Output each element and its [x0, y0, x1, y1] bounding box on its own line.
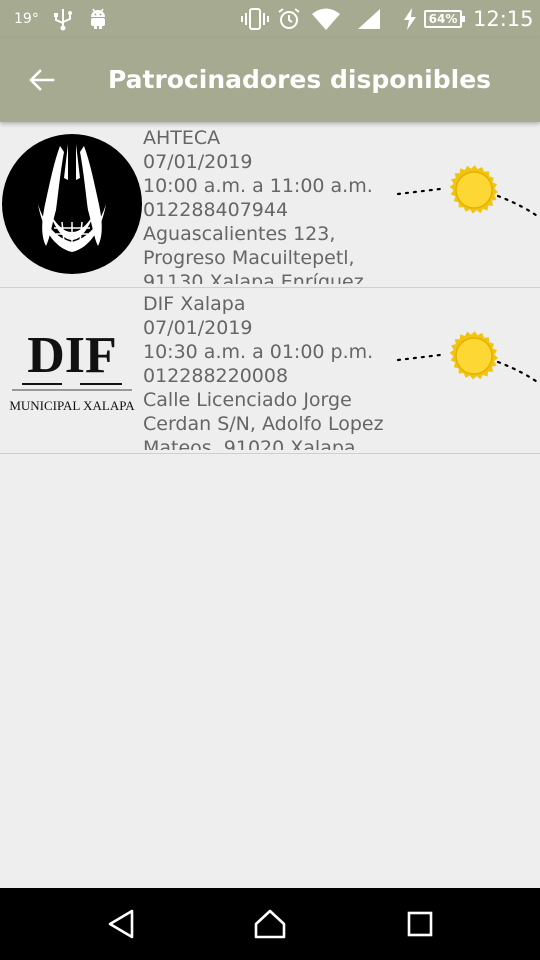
- nav-back-button[interactable]: [99, 902, 143, 946]
- sponsor-address-line: Progreso Macuiltepetl,: [143, 247, 355, 269]
- sponsor-address-line: 91130 Xalapa Enríquez,: [143, 271, 370, 284]
- sponsor-details: DIF Xalapa 07/01/2019 10:30 a.m. a 01:00…: [143, 292, 398, 450]
- hands-logo: [2, 134, 142, 274]
- wifi-icon: [311, 0, 341, 38]
- nav-back-icon: [108, 909, 134, 939]
- dif-logo: DIF MUNICIPAL XALAPA: [2, 300, 142, 440]
- sponsor-list: AHTECA 07/01/2019 10:00 a.m. a 11:00 a.m…: [0, 122, 540, 454]
- battery-level: 64%: [424, 10, 465, 28]
- sponsor-name: DIF Xalapa: [143, 293, 246, 315]
- sponsor-address-line: Aguascalientes 123,: [143, 223, 336, 245]
- page-title: Patrocinadores disponibles: [108, 65, 492, 94]
- usb-icon: [52, 0, 74, 38]
- nav-recent-icon: [407, 911, 433, 937]
- clock-text: 12:15: [473, 7, 534, 31]
- sponsor-phone: 012288220008: [143, 365, 289, 387]
- sponsor-name: AHTECA: [143, 127, 221, 149]
- back-button[interactable]: [20, 58, 64, 102]
- app-bar: Patrocinadores disponibles: [0, 38, 540, 122]
- sponsor-time: 10:30 a.m. a 01:00 p.m.: [143, 341, 374, 363]
- alarm-icon: [277, 0, 301, 38]
- sponsor-date: 07/01/2019: [143, 151, 253, 173]
- sponsor-address-line: Calle Licenciado Jorge: [143, 389, 352, 411]
- dif-logo-subtext: MUNICIPAL XALAPA: [9, 398, 135, 413]
- status-bar: 19° 64% 12:15: [0, 0, 540, 38]
- navigation-bar: [0, 888, 540, 960]
- nav-home-button[interactable]: [248, 902, 292, 946]
- sponsor-time: 10:00 a.m. a 11:00 a.m.: [143, 175, 373, 197]
- sponsor-phone: 012288407944: [143, 199, 289, 221]
- charging-icon: [403, 0, 417, 38]
- sun-icon: [396, 158, 540, 228]
- sponsor-date: 07/01/2019: [143, 317, 253, 339]
- sponsor-row[interactable]: DIF MUNICIPAL XALAPA DIF Xalapa 07/01/20…: [0, 288, 540, 454]
- vibrate-icon: [241, 0, 269, 38]
- sponsor-row[interactable]: AHTECA 07/01/2019 10:00 a.m. a 11:00 a.m…: [0, 122, 540, 288]
- temperature-text: 19°: [14, 11, 39, 27]
- signal-icon: [357, 0, 381, 38]
- sponsor-address-line: Mateos, 91020 Xalapa: [143, 437, 356, 450]
- android-icon: [88, 0, 108, 38]
- nav-home-icon: [254, 909, 286, 939]
- sun-icon: [396, 324, 540, 394]
- battery-icon: 64%: [424, 0, 465, 38]
- sponsor-address-line: Cerdan S/N, Adolfo Lopez: [143, 413, 384, 435]
- sponsor-details: AHTECA 07/01/2019 10:00 a.m. a 11:00 a.m…: [143, 126, 398, 284]
- dif-logo-text: DIF: [27, 327, 117, 384]
- arrow-back-icon: [29, 69, 55, 91]
- nav-recent-apps-button[interactable]: [398, 902, 442, 946]
